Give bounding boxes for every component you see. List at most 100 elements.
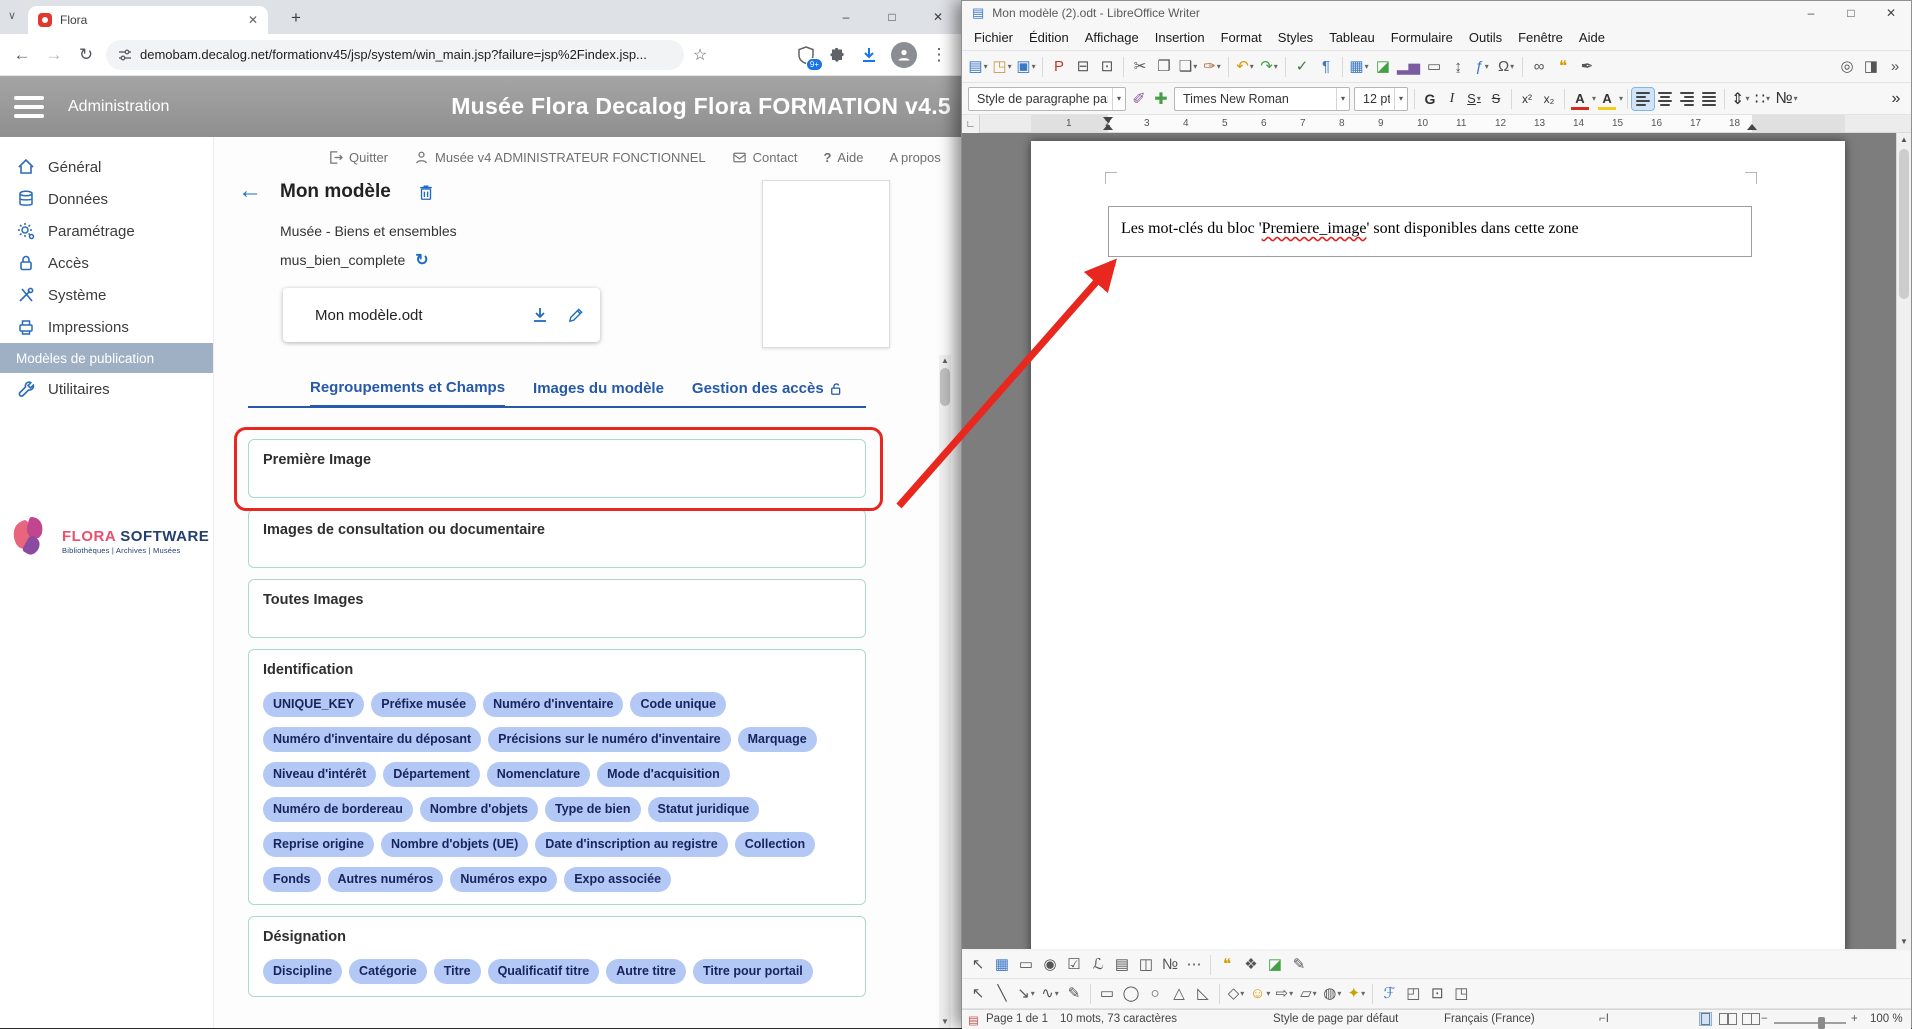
writer-scroll-up-icon[interactable]: ▲ bbox=[1897, 133, 1911, 147]
field-pill-collection[interactable]: Collection bbox=[735, 832, 815, 857]
toolbar-overflow-icon[interactable]: » bbox=[1883, 54, 1907, 80]
print-preview-icon[interactable]: ⊡ bbox=[1095, 54, 1119, 80]
field-pill-expo-associee[interactable]: Expo associée bbox=[564, 867, 671, 892]
special-character-icon[interactable]: Ω▾ bbox=[1494, 54, 1518, 80]
list-box-icon[interactable]: ▤ bbox=[1110, 952, 1134, 978]
document-text-frame[interactable]: Les mot-clés du bloc 'Premiere_image' so… bbox=[1108, 206, 1752, 257]
new-style-icon[interactable]: ✚ bbox=[1150, 87, 1172, 111]
paste-icon[interactable]: ❑▾ bbox=[1176, 54, 1200, 80]
select-icon[interactable]: ↖ bbox=[966, 952, 990, 978]
writer-scrollbar-thumb[interactable] bbox=[1899, 149, 1909, 299]
section-identification[interactable]: IdentificationUNIQUE_KEYPréfixe muséeNum… bbox=[248, 649, 866, 905]
badged-toolbar-icon[interactable]: 9+ bbox=[791, 40, 821, 70]
block-arrows-icon[interactable]: ⇨▾ bbox=[1272, 981, 1296, 1007]
reload-icon[interactable]: ↻ bbox=[70, 39, 102, 71]
tab-images-du-modele[interactable]: Images du modèle bbox=[533, 380, 664, 406]
zoom-in-icon[interactable]: + bbox=[1851, 1013, 1858, 1025]
field-pill-date-d-inscription-au-registre[interactable]: Date d'inscription au registre bbox=[535, 832, 727, 857]
zoom-slider-handle[interactable] bbox=[1818, 1017, 1825, 1029]
bold-button[interactable]: G bbox=[1419, 87, 1441, 111]
more-controls-icon[interactable]: ⋯ bbox=[1182, 952, 1206, 978]
check-box-icon[interactable]: ☑ bbox=[1062, 952, 1086, 978]
forward-icon[interactable]: → bbox=[38, 39, 70, 71]
url-bar[interactable]: demobam.decalog.net/formationv45/jsp/sys… bbox=[106, 40, 684, 70]
menu-outils[interactable]: Outils bbox=[1461, 30, 1510, 45]
line-spacing-button[interactable]: ⇕▾ bbox=[1729, 87, 1751, 111]
help-link[interactable]: ? Aide bbox=[823, 150, 863, 165]
basic-shapes-icon[interactable]: ◇▾ bbox=[1224, 981, 1248, 1007]
field-pill-discipline[interactable]: Discipline bbox=[263, 959, 342, 984]
section-images-de-consultation-ou-documentaire[interactable]: Images de consultation ou documentaire bbox=[248, 509, 866, 568]
sidebar-item-donnees[interactable]: Données bbox=[0, 183, 213, 215]
field-pill-autre-titre[interactable]: Autre titre bbox=[606, 959, 686, 984]
browser-tab[interactable]: Flora ✕ bbox=[28, 6, 268, 34]
insert-text-box-icon[interactable]: ▭ bbox=[1422, 54, 1446, 80]
label-field-icon[interactable]: ℒ bbox=[1086, 952, 1110, 978]
zoom-level[interactable]: 100 % bbox=[1870, 1013, 1903, 1025]
highlight-color-dropdown-icon[interactable]: ▾ bbox=[1619, 94, 1623, 103]
sidebar-item-acces[interactable]: Accès bbox=[0, 247, 213, 279]
field-pill-nombre-d-objets-ue[interactable]: Nombre d'objets (UE) bbox=[381, 832, 528, 857]
field-pill-qualificatif-titre[interactable]: Qualificatif titre bbox=[488, 959, 600, 984]
spelling-icon[interactable]: ✓ bbox=[1290, 54, 1314, 80]
strikethrough-button[interactable]: S bbox=[1485, 87, 1507, 111]
ellipse-icon[interactable]: ◯ bbox=[1119, 981, 1143, 1007]
profile-avatar[interactable] bbox=[891, 42, 917, 68]
view-single-page-icon[interactable] bbox=[1700, 1013, 1711, 1025]
menu-aide[interactable]: Aide bbox=[1571, 30, 1613, 45]
field-pill-numeros-expo[interactable]: Numéros expo bbox=[450, 867, 557, 892]
close-button[interactable]: ✕ bbox=[915, 0, 961, 34]
tab-search-chevron-icon[interactable]: ∨ bbox=[8, 9, 16, 22]
curve-icon[interactable]: ∿▾ bbox=[1038, 981, 1062, 1007]
stars-icon[interactable]: ✦▾ bbox=[1344, 981, 1368, 1007]
save-icon[interactable]: ▣▾ bbox=[1014, 54, 1038, 80]
align-left-button[interactable] bbox=[1632, 88, 1654, 110]
delete-trash-icon[interactable] bbox=[417, 183, 435, 202]
field-pill-titre[interactable]: Titre bbox=[434, 959, 481, 984]
scroll-down-icon[interactable]: ▼ bbox=[939, 1016, 951, 1028]
tab-regroupements-et-champs[interactable]: Regroupements et Champs bbox=[310, 379, 505, 408]
menu-fichier[interactable]: Fichier bbox=[966, 30, 1021, 45]
field-pill-precisions-sur-le-numero-d-inventaire[interactable]: Précisions sur le numéro d'inventaire bbox=[488, 727, 731, 752]
scroll-up-icon[interactable]: ▲ bbox=[939, 355, 951, 367]
field-pill-marquage[interactable]: Marquage bbox=[738, 727, 817, 752]
callouts-icon[interactable]: ◍▾ bbox=[1320, 981, 1344, 1007]
align-justify-button[interactable] bbox=[1698, 88, 1720, 110]
line-icon[interactable]: ╲ bbox=[990, 981, 1014, 1007]
new-tab-button[interactable]: + bbox=[284, 6, 308, 30]
extensions-puzzle-icon[interactable] bbox=[821, 39, 853, 71]
freeform-icon[interactable]: ✎ bbox=[1062, 981, 1086, 1007]
copy-icon[interactable]: ❐ bbox=[1152, 54, 1176, 80]
document-page[interactable]: Les mot-clés du bloc 'Premiere_image' so… bbox=[1031, 141, 1845, 949]
status-page[interactable]: Page 1 de 1 bbox=[986, 1013, 1048, 1025]
status-page-style[interactable]: Style de page par défaut bbox=[1273, 1013, 1398, 1025]
section-designation[interactable]: DésignationDisciplineCatégorieTitreQuali… bbox=[248, 916, 866, 997]
sidebar-item-utilitaires[interactable]: Utilitaires bbox=[0, 373, 213, 405]
redo-icon[interactable]: ↷▾ bbox=[1257, 54, 1281, 80]
menu-format[interactable]: Format bbox=[1213, 30, 1270, 45]
field-pill-numero-d-inventaire-du-deposant[interactable]: Numéro d'inventaire du déposant bbox=[263, 727, 481, 752]
ordered-list-button[interactable]: №▾ bbox=[1773, 87, 1799, 111]
minimize-button[interactable]: – bbox=[823, 0, 869, 34]
field-pill-numero-d-inventaire[interactable]: Numéro d'inventaire bbox=[483, 692, 623, 717]
field-pill-reprise-origine[interactable]: Reprise origine bbox=[263, 832, 374, 857]
field-pill-mode-d-acquisition[interactable]: Mode d'acquisition bbox=[597, 762, 730, 787]
image-control-icon[interactable]: ◪ bbox=[1263, 952, 1287, 978]
menu-edition[interactable]: Édition bbox=[1021, 30, 1077, 45]
zoom-out-icon[interactable]: − bbox=[1761, 1013, 1768, 1025]
tab-gestion-des-acces[interactable]: Gestion des accès bbox=[692, 380, 844, 406]
field-pill-prefixe-musee[interactable]: Préfixe musée bbox=[371, 692, 476, 717]
clone-formatting-icon[interactable]: ✑▾ bbox=[1200, 54, 1224, 80]
download-file-icon[interactable] bbox=[531, 306, 549, 324]
paragraph-style-combo[interactable]: Style de paragraphe par déf▾ bbox=[968, 87, 1126, 111]
undo-icon[interactable]: ↶▾ bbox=[1233, 54, 1257, 80]
insert-mode-icon[interactable]: ⌐I bbox=[1599, 1013, 1609, 1025]
comment-icon[interactable]: ❝ bbox=[1215, 952, 1239, 978]
field-pill-titre-pour-portail[interactable]: Titre pour portail bbox=[693, 959, 813, 984]
font-size-combo[interactable]: 12 pt▾ bbox=[1354, 87, 1408, 111]
sidebar-item-systeme[interactable]: Système bbox=[0, 279, 213, 311]
content-scrollbar[interactable]: ▲ ▼ bbox=[939, 355, 951, 1028]
design-toggle-icon[interactable]: ✎ bbox=[1287, 952, 1311, 978]
section-toutes-images[interactable]: Toutes Images bbox=[248, 579, 866, 638]
open-icon[interactable]: ◳▾ bbox=[990, 54, 1014, 80]
